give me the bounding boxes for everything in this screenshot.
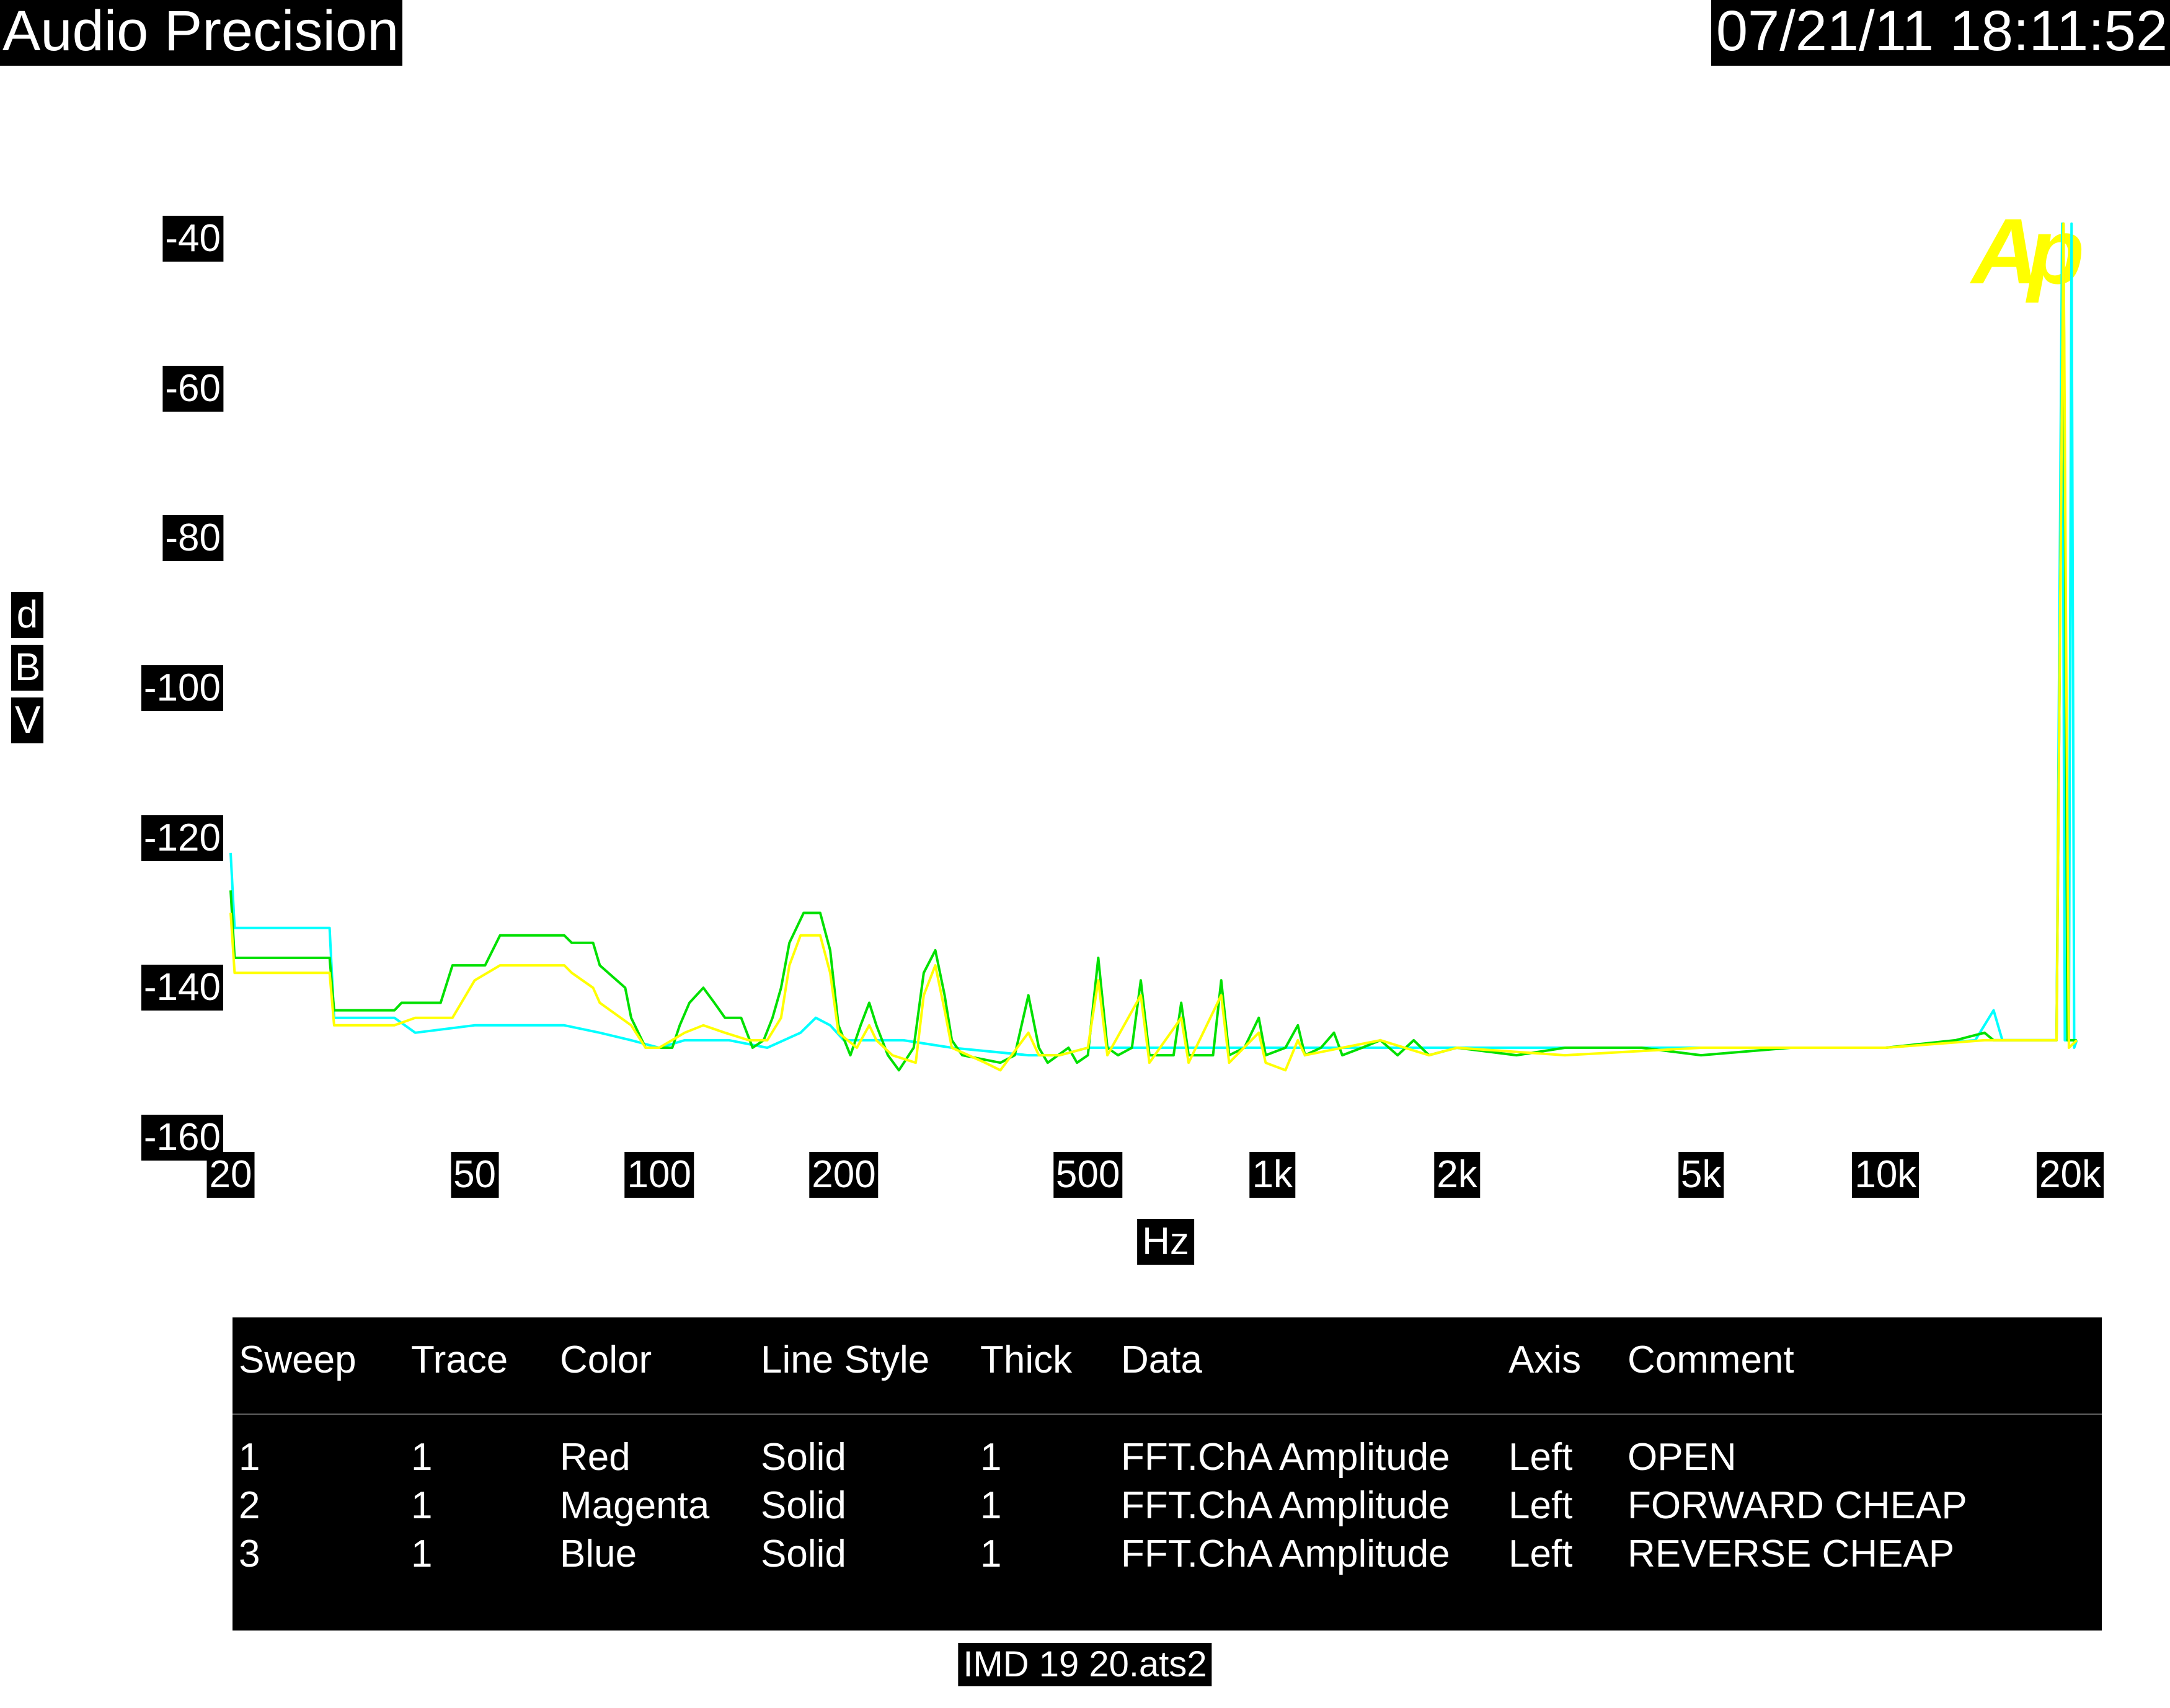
y-axis-label-char: V <box>11 697 43 743</box>
plot-area <box>229 222 2078 1072</box>
x-tick-label: 50 <box>451 1152 499 1198</box>
x-tick-label: 10k <box>1852 1152 1920 1198</box>
legend-cell: Left <box>1508 1533 1573 1575</box>
legend-header-cell: Color <box>560 1339 652 1381</box>
x-tick-label: 1k <box>1249 1152 1296 1198</box>
x-tick-label: 100 <box>624 1152 694 1198</box>
legend-header-cell: Thick <box>980 1339 1073 1381</box>
x-tick-label: 500 <box>1053 1152 1123 1198</box>
legend-separator <box>232 1414 2102 1415</box>
legend-table: Sweep Trace Color Line Style Thick Data Axis Co… <box>232 1317 2102 1631</box>
series-line-1 <box>229 222 2078 1057</box>
x-axis-label: Hz <box>1137 1219 1194 1265</box>
legend-cell: 1 <box>411 1484 433 1527</box>
x-tick-label: 200 <box>809 1152 879 1198</box>
legend-cell: 1 <box>239 1436 260 1479</box>
legend-cell: 1 <box>411 1533 433 1575</box>
file-name: IMD 19 20.ats2 <box>958 1643 1212 1686</box>
y-axis-label-char: B <box>11 645 43 691</box>
legend-cell: FFT.ChA Amplitude <box>1121 1436 1450 1479</box>
legend-header-cell: Line Style <box>761 1339 930 1381</box>
legend-cell: Magenta <box>560 1484 710 1527</box>
y-tick-label: -120 <box>141 815 223 861</box>
legend-cell: Left <box>1508 1436 1573 1479</box>
y-tick-label: -40 <box>162 216 223 262</box>
y-tick-label: -140 <box>141 965 223 1011</box>
series-line-3 <box>229 222 2078 1072</box>
x-tick-label: 20k <box>2037 1152 2104 1198</box>
legend-cell: 1 <box>980 1436 1002 1479</box>
legend-cell: FORWARD CHEAP <box>1628 1484 1967 1527</box>
y-tick-label: -80 <box>162 515 223 562</box>
legend-header-cell: Comment <box>1628 1339 1794 1381</box>
legend-cell: Solid <box>761 1484 846 1527</box>
legend-cell: Left <box>1508 1484 1573 1527</box>
legend-cell: FFT.ChA Amplitude <box>1121 1533 1450 1575</box>
legend-cell: Solid <box>761 1533 846 1575</box>
y-axis-label-char: d <box>11 592 43 638</box>
legend-cell: 2 <box>239 1484 260 1527</box>
y-tick-label: -100 <box>141 665 223 711</box>
legend-cell: 3 <box>239 1533 260 1575</box>
x-tick-label: 2k <box>1434 1152 1480 1198</box>
legend-cell: OPEN <box>1628 1436 1737 1479</box>
legend-cell: Red <box>560 1436 631 1479</box>
legend-cell: FFT.ChA Amplitude <box>1121 1484 1450 1527</box>
legend-header-cell: Trace <box>411 1339 508 1381</box>
legend-cell: 1 <box>411 1436 433 1479</box>
legend-header-cell: Sweep <box>239 1339 356 1381</box>
x-tick-label: 5k <box>1678 1152 1724 1198</box>
x-tick-label: 20 <box>206 1152 255 1198</box>
legend-cell: 1 <box>980 1484 1002 1527</box>
legend-cell: Solid <box>761 1436 846 1479</box>
legend-cell: REVERSE CHEAP <box>1628 1533 1955 1575</box>
legend-cell: 1 <box>980 1533 1002 1575</box>
legend-cell: Blue <box>560 1533 637 1575</box>
y-tick-label: -60 <box>162 365 223 412</box>
legend-header-cell: Data <box>1121 1339 1202 1381</box>
series-line-2 <box>229 222 2077 1072</box>
legend-header-cell: Axis <box>1508 1339 1582 1381</box>
